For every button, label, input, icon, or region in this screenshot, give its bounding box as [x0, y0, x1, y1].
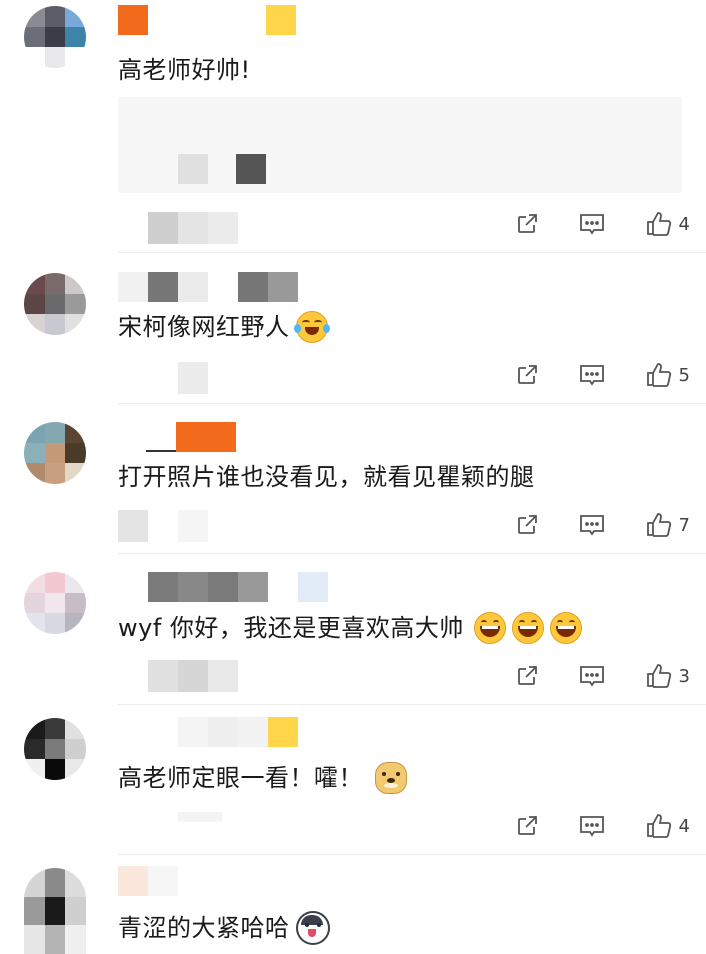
comment-icon — [579, 214, 604, 235]
username[interactable] — [118, 422, 236, 452]
comment-time — [178, 362, 208, 394]
avatar[interactable] — [24, 868, 86, 954]
thumbs-up-icon — [646, 664, 671, 688]
like-button[interactable]: 4 — [645, 211, 690, 237]
comment-button[interactable] — [579, 664, 605, 688]
share-button[interactable] — [515, 814, 539, 838]
comment-text: 宋柯像网红野人 — [118, 309, 330, 345]
comment-icon — [579, 515, 604, 536]
divider — [118, 252, 706, 253]
avatar[interactable] — [24, 422, 86, 484]
comment-text-content: 青涩的大紧哈哈 — [118, 914, 290, 942]
like-count: 3 — [678, 665, 690, 687]
like-count: 7 — [678, 514, 690, 536]
divider — [118, 553, 706, 554]
comment-button[interactable] — [579, 212, 605, 236]
comment-icon — [579, 365, 604, 386]
comment-text: wyf 你好，我还是更喜欢高大帅 — [118, 610, 582, 646]
divider — [118, 403, 706, 404]
username[interactable] — [178, 717, 298, 747]
username[interactable] — [118, 866, 178, 896]
comment-text-content: 高老师定眼一看！嚯！ — [118, 764, 363, 792]
doge-emoji-icon — [375, 762, 407, 794]
grinning-emoji-icon — [473, 612, 506, 644]
share-button[interactable] — [515, 363, 539, 387]
thumbs-up-icon — [646, 513, 671, 537]
like-count: 4 — [678, 815, 690, 837]
thumbs-up-icon — [646, 212, 671, 236]
comment-text: 打开照片谁也没看见，就看见瞿颖的腿 — [118, 463, 535, 491]
like-button[interactable]: 5 — [645, 362, 690, 388]
like-button[interactable]: 3 — [645, 663, 690, 689]
action-bar: 3 — [515, 658, 690, 694]
comment-button[interactable] — [579, 513, 605, 537]
comment-time — [178, 812, 222, 844]
laughing-crying-emoji-icon — [293, 311, 330, 343]
comment-icon — [579, 666, 604, 687]
share-icon — [518, 666, 537, 685]
comment-time — [148, 660, 238, 692]
comment-text: 高老师好帅! — [118, 56, 251, 84]
like-button[interactable]: 4 — [645, 813, 690, 839]
thumbs-up-icon — [646, 814, 671, 838]
divider — [118, 854, 706, 855]
share-icon — [518, 214, 537, 233]
username[interactable] — [118, 5, 296, 35]
comment-time — [148, 212, 238, 244]
username[interactable] — [148, 572, 328, 602]
comment-time — [118, 510, 208, 542]
quoted-reply-box[interactable] — [118, 97, 682, 193]
username[interactable] — [118, 272, 298, 302]
share-icon — [518, 365, 537, 384]
comment-button[interactable] — [579, 814, 605, 838]
grinning-emoji-icon — [511, 612, 544, 644]
share-button[interactable] — [515, 513, 539, 537]
comment-text-content: wyf 你好，我还是更喜欢高大帅 — [118, 614, 464, 642]
share-button[interactable] — [515, 212, 539, 236]
comment-icon — [579, 816, 604, 837]
like-button[interactable]: 7 — [645, 512, 690, 538]
avatar[interactable] — [24, 6, 86, 68]
share-icon — [518, 816, 537, 835]
husky-emoji-icon — [295, 911, 330, 945]
thumbs-up-icon — [646, 363, 671, 387]
like-count: 4 — [678, 213, 690, 235]
comment-text: 青涩的大紧哈哈 — [118, 910, 330, 946]
divider — [118, 704, 706, 705]
avatar[interactable] — [24, 572, 86, 634]
share-icon — [518, 515, 537, 534]
action-bar: 4 — [515, 808, 690, 844]
action-bar: 4 — [515, 206, 690, 242]
avatar[interactable] — [24, 273, 86, 335]
comment-text: 高老师定眼一看！嚯！ — [118, 760, 407, 796]
comment-button[interactable] — [579, 363, 605, 387]
share-button[interactable] — [515, 664, 539, 688]
action-bar: 5 — [515, 357, 690, 393]
grinning-emoji-icon — [549, 612, 582, 644]
comment-text-content: 宋柯像网红野人 — [118, 313, 290, 341]
action-bar: 7 — [515, 507, 690, 543]
like-count: 5 — [678, 364, 690, 386]
avatar[interactable] — [24, 718, 86, 780]
